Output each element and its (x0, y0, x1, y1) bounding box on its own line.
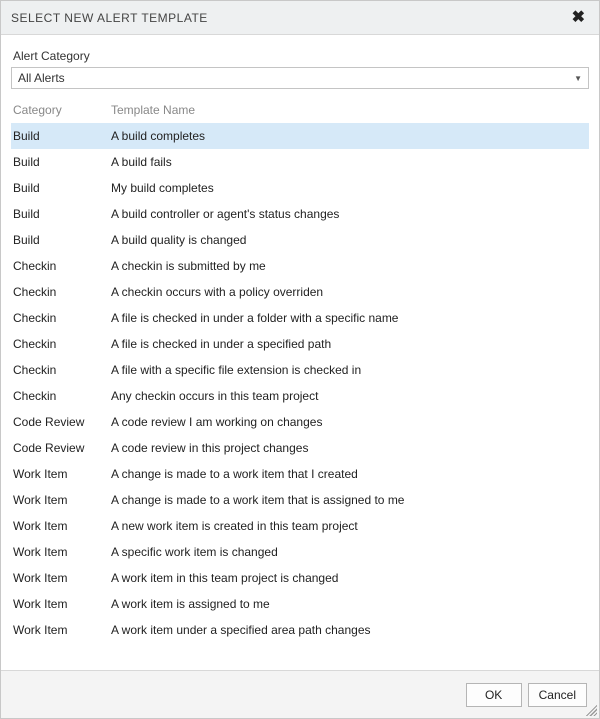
row-template-name: A change is made to a work item that I c… (111, 467, 589, 481)
template-row[interactable]: Work ItemA work item under a specified a… (11, 617, 589, 643)
template-row[interactable]: Work ItemA new work item is created in t… (11, 513, 589, 539)
row-category: Checkin (11, 259, 111, 273)
cancel-button[interactable]: Cancel (528, 683, 587, 707)
row-template-name: My build completes (111, 181, 589, 195)
row-category: Checkin (11, 311, 111, 325)
row-category: Build (11, 233, 111, 247)
row-template-name: A build fails (111, 155, 589, 169)
template-row[interactable]: Work ItemA work item is assigned to me (11, 591, 589, 617)
row-category: Checkin (11, 285, 111, 299)
template-row[interactable]: Work ItemA change is made to a work item… (11, 461, 589, 487)
row-category: Checkin (11, 389, 111, 403)
template-row[interactable]: CheckinA checkin is submitted by me (11, 253, 589, 279)
template-row[interactable]: Work ItemA change is made to a work item… (11, 487, 589, 513)
row-category: Code Review (11, 441, 111, 455)
row-template-name: A work item is assigned to me (111, 597, 589, 611)
row-template-name: A file with a specific file extension is… (111, 363, 589, 377)
row-template-name: A build controller or agent's status cha… (111, 207, 589, 221)
row-category: Build (11, 129, 111, 143)
select-alert-template-dialog: SELECT NEW ALERT TEMPLATE ✖ Alert Catego… (0, 0, 600, 719)
row-category: Work Item (11, 545, 111, 559)
row-template-name: A file is checked in under a folder with… (111, 311, 589, 325)
alert-category-selected: All Alerts (18, 71, 65, 85)
template-row[interactable]: BuildA build completes (11, 123, 589, 149)
template-row[interactable]: BuildA build quality is changed (11, 227, 589, 253)
grid-header: Category Template Name (11, 99, 589, 123)
row-category: Build (11, 207, 111, 221)
row-category: Work Item (11, 519, 111, 533)
template-row[interactable]: BuildA build controller or agent's statu… (11, 201, 589, 227)
template-row[interactable]: CheckinA file with a specific file exten… (11, 357, 589, 383)
row-category: Work Item (11, 571, 111, 585)
close-icon[interactable]: ✖ (568, 10, 589, 26)
titlebar: SELECT NEW ALERT TEMPLATE ✖ (1, 1, 599, 35)
row-template-name: A code review I am working on changes (111, 415, 589, 429)
row-template-name: A work item under a specified area path … (111, 623, 589, 637)
row-category: Checkin (11, 363, 111, 377)
template-row[interactable]: Work ItemA specific work item is changed (11, 539, 589, 565)
column-header-template-name: Template Name (111, 103, 589, 117)
row-template-name: A build completes (111, 129, 589, 143)
row-template-name: A change is made to a work item that is … (111, 493, 589, 507)
row-template-name: Any checkin occurs in this team project (111, 389, 589, 403)
row-category: Work Item (11, 623, 111, 637)
alert-category-label: Alert Category (11, 49, 589, 63)
row-template-name: A file is checked in under a specified p… (111, 337, 589, 351)
row-category: Work Item (11, 597, 111, 611)
chevron-down-icon: ▼ (574, 74, 582, 83)
row-category: Checkin (11, 337, 111, 351)
template-row[interactable]: CheckinA file is checked in under a spec… (11, 331, 589, 357)
column-header-category: Category (11, 103, 111, 117)
template-row[interactable]: CheckinAny checkin occurs in this team p… (11, 383, 589, 409)
row-category: Code Review (11, 415, 111, 429)
dialog-footer: OK Cancel (1, 670, 599, 718)
ok-button[interactable]: OK (466, 683, 522, 707)
template-grid[interactable]: BuildA build completesBuildA build fails… (11, 123, 589, 662)
row-template-name: A new work item is created in this team … (111, 519, 589, 533)
template-row[interactable]: Code ReviewA code review I am working on… (11, 409, 589, 435)
row-template-name: A code review in this project changes (111, 441, 589, 455)
row-template-name: A build quality is changed (111, 233, 589, 247)
row-template-name: A work item in this team project is chan… (111, 571, 589, 585)
template-row[interactable]: CheckinA checkin occurs with a policy ov… (11, 279, 589, 305)
template-row[interactable]: BuildMy build completes (11, 175, 589, 201)
dialog-body: Alert Category All Alerts ▼ Category Tem… (1, 35, 599, 670)
row-template-name: A specific work item is changed (111, 545, 589, 559)
row-category: Build (11, 155, 111, 169)
row-category: Work Item (11, 467, 111, 481)
alert-category-dropdown[interactable]: All Alerts ▼ (11, 67, 589, 89)
dialog-title: SELECT NEW ALERT TEMPLATE (11, 11, 208, 25)
template-row[interactable]: Code ReviewA code review in this project… (11, 435, 589, 461)
template-row[interactable]: BuildA build fails (11, 149, 589, 175)
row-category: Work Item (11, 493, 111, 507)
resize-grip-icon[interactable] (583, 702, 597, 716)
template-row[interactable]: Work ItemA work item in this team projec… (11, 565, 589, 591)
row-category: Build (11, 181, 111, 195)
template-row[interactable]: CheckinA file is checked in under a fold… (11, 305, 589, 331)
row-template-name: A checkin occurs with a policy overriden (111, 285, 589, 299)
row-template-name: A checkin is submitted by me (111, 259, 589, 273)
